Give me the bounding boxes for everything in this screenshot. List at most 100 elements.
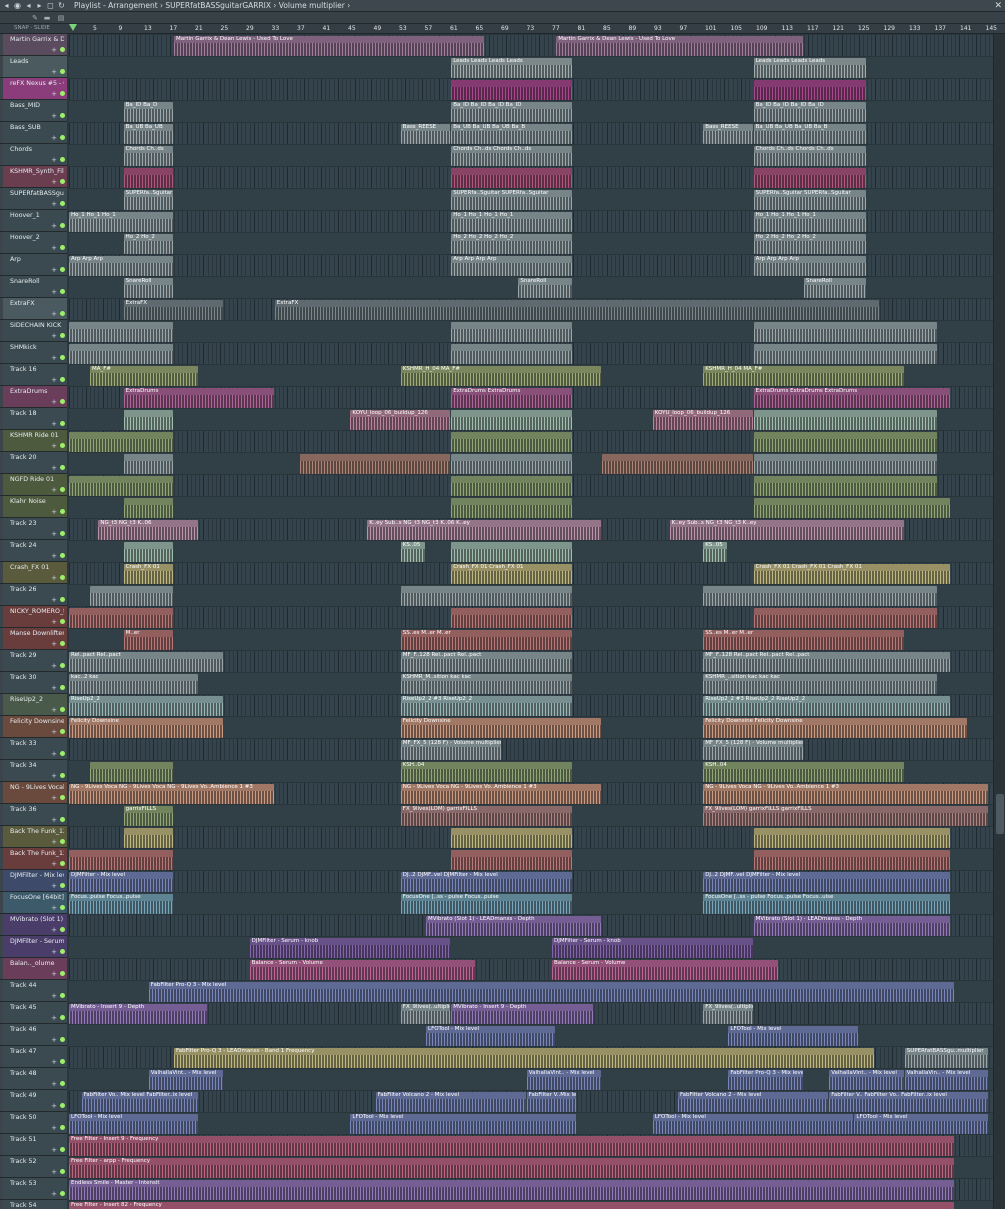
- track-header[interactable]: Track 49 +: [0, 1090, 67, 1112]
- playlist-clip[interactable]: Focus..pulse Focus..pulse: [69, 894, 173, 914]
- playlist-clip[interactable]: FocusOne [..ss - pulse Focus..pulse Focu…: [703, 894, 950, 914]
- add-icon[interactable]: +: [51, 354, 57, 362]
- playlist-clip[interactable]: [451, 828, 572, 848]
- playlist-clip[interactable]: [69, 608, 173, 628]
- mute-indicator-icon[interactable]: [60, 1125, 65, 1130]
- playlist-clip[interactable]: [451, 410, 572, 430]
- playlist-clip[interactable]: KOYU_loop_06_buildup_126: [652, 410, 753, 430]
- track-header[interactable]: Track 50 +: [0, 1112, 67, 1134]
- add-icon[interactable]: +: [51, 376, 57, 384]
- mute-indicator-icon[interactable]: [60, 619, 65, 624]
- playlist-clip[interactable]: FocusOne [..ss - pulse Focus..pulse: [400, 894, 572, 914]
- playlist-clip[interactable]: Martin Garrix & Dean Lewis - Used To Lov…: [556, 36, 803, 56]
- track-header[interactable]: Track 23 +: [0, 518, 67, 540]
- track-grip[interactable]: [0, 804, 3, 825]
- track-header[interactable]: Bass_SUB +: [0, 122, 67, 144]
- mute-indicator-icon[interactable]: [60, 575, 65, 580]
- playlist-clip[interactable]: LFOTool - Mix level: [69, 1114, 199, 1134]
- track-header[interactable]: Track 46 +: [0, 1024, 67, 1046]
- track-grip[interactable]: [0, 562, 3, 583]
- playlist-clip[interactable]: Felicity Downsine Felicity Downsine: [703, 718, 967, 738]
- track-header[interactable]: Leads +: [0, 56, 67, 78]
- mute-indicator-icon[interactable]: [60, 641, 65, 646]
- track-header[interactable]: Track 36 +: [0, 804, 67, 826]
- playlist-clip[interactable]: MF_F..128 Rel..pact Rel..pact Rel..pact: [703, 652, 950, 672]
- magnet-icon[interactable]: ◉: [13, 1, 22, 10]
- track-grip[interactable]: [0, 672, 3, 693]
- track-header[interactable]: NICKY_ROMERO_fx_.. +: [0, 606, 67, 628]
- track-grip[interactable]: [0, 1046, 3, 1067]
- track-header[interactable]: Track 20 +: [0, 452, 67, 474]
- track-grip[interactable]: [0, 364, 3, 385]
- track-grip[interactable]: [0, 210, 3, 231]
- playlist-clip[interactable]: Endless Smile - Master - Intensit: [69, 1180, 955, 1200]
- playlist-clip[interactable]: SnareRoll: [518, 278, 572, 298]
- vertical-scrollbar[interactable]: [993, 34, 1005, 1209]
- playlist-clip[interactable]: [451, 432, 572, 452]
- playlist-clip[interactable]: [753, 608, 938, 628]
- track-header[interactable]: Klahr Noise +: [0, 496, 67, 518]
- mute-indicator-icon[interactable]: [60, 1103, 65, 1108]
- add-icon[interactable]: +: [51, 398, 57, 406]
- track-header[interactable]: ExtraDrums +: [0, 386, 67, 408]
- playlist-clip[interactable]: DJ..2 DJMF..vel DJMFilter - Mix level: [400, 872, 572, 892]
- playlist-clip[interactable]: Ba_UB Ba_UB Ba_UB Ba_B: [753, 124, 866, 144]
- playlist-clip[interactable]: [451, 476, 572, 496]
- mute-indicator-icon[interactable]: [60, 333, 65, 338]
- track-header[interactable]: Crash_FX 01 +: [0, 562, 67, 584]
- track-header[interactable]: Track 29 +: [0, 650, 67, 672]
- track-header[interactable]: SIDECHAIN KICK +: [0, 320, 67, 342]
- add-icon[interactable]: +: [51, 134, 57, 142]
- playlist-clip[interactable]: KOYU_loop_06_buildup_126: [350, 410, 451, 430]
- playlist-clip[interactable]: Rel..pact Rel..pact: [69, 652, 224, 672]
- add-icon[interactable]: +: [51, 46, 57, 54]
- mute-indicator-icon[interactable]: [60, 1015, 65, 1020]
- track-grip[interactable]: [0, 232, 3, 253]
- track-grip[interactable]: [0, 980, 3, 1001]
- playlist-clip[interactable]: [451, 322, 572, 342]
- mute-indicator-icon[interactable]: [60, 245, 65, 250]
- playlist-clip[interactable]: MVibrato (Slot 1) - LEADmanss - Depth: [426, 916, 602, 936]
- add-icon[interactable]: +: [51, 332, 57, 340]
- track-lane[interactable]: [69, 959, 993, 981]
- track-header[interactable]: Hoover_1 +: [0, 210, 67, 232]
- playlist-clip[interactable]: [451, 498, 572, 518]
- mute-indicator-icon[interactable]: [60, 1147, 65, 1152]
- playlist-clip[interactable]: MVibrato (Slot 1) - LEADmanss - Depth: [753, 916, 950, 936]
- track-header[interactable]: SUPERfatBASSguitar +: [0, 188, 67, 210]
- track-header[interactable]: Felicity Downsine +: [0, 716, 67, 738]
- add-icon[interactable]: +: [51, 1146, 57, 1154]
- track-header[interactable]: reFX Nexus #5 - Ch.. +: [0, 78, 67, 100]
- track-header[interactable]: Manse Downlifter +: [0, 628, 67, 650]
- playlist-clip[interactable]: Chords Ch..ds Chords Ch..ds: [753, 146, 866, 166]
- track-header[interactable]: Track 53 +: [0, 1178, 67, 1200]
- playlist-clip[interactable]: ExtraDrums: [123, 388, 274, 408]
- add-icon[interactable]: +: [51, 728, 57, 736]
- add-icon[interactable]: +: [51, 1168, 57, 1176]
- track-grip[interactable]: [0, 188, 3, 209]
- track-grip[interactable]: [0, 342, 3, 363]
- playlist-clip[interactable]: SUPERfatBASSgu..multiplier: [904, 1048, 988, 1068]
- playlist-clip[interactable]: KSHMR_M..sition kac kac: [400, 674, 572, 694]
- track-grip[interactable]: [0, 914, 3, 935]
- playlist-clip[interactable]: KS..05: [703, 542, 728, 562]
- track-grip[interactable]: [0, 628, 3, 649]
- playlist-clip[interactable]: RiseUp2_2: [69, 696, 224, 716]
- track-lane[interactable]: [69, 739, 993, 761]
- playlist-clip[interactable]: [753, 80, 866, 100]
- playlist-clip[interactable]: [753, 344, 938, 364]
- playlist-clip[interactable]: [123, 542, 173, 562]
- playlist-clip[interactable]: [69, 476, 173, 496]
- track-grip[interactable]: [0, 34, 3, 55]
- add-icon[interactable]: +: [51, 178, 57, 186]
- track-header[interactable]: Track 18 +: [0, 408, 67, 430]
- playlist-clip[interactable]: [451, 168, 572, 188]
- track-grip[interactable]: [0, 1068, 3, 1089]
- mute-indicator-icon[interactable]: [60, 729, 65, 734]
- playlist-clip[interactable]: FabFilter V..Mix level: [526, 1092, 577, 1112]
- playlist-clip[interactable]: [753, 322, 938, 342]
- playlist-clip[interactable]: [451, 542, 572, 562]
- mute-indicator-icon[interactable]: [60, 817, 65, 822]
- add-icon[interactable]: +: [51, 1190, 57, 1198]
- add-icon[interactable]: +: [51, 1014, 57, 1022]
